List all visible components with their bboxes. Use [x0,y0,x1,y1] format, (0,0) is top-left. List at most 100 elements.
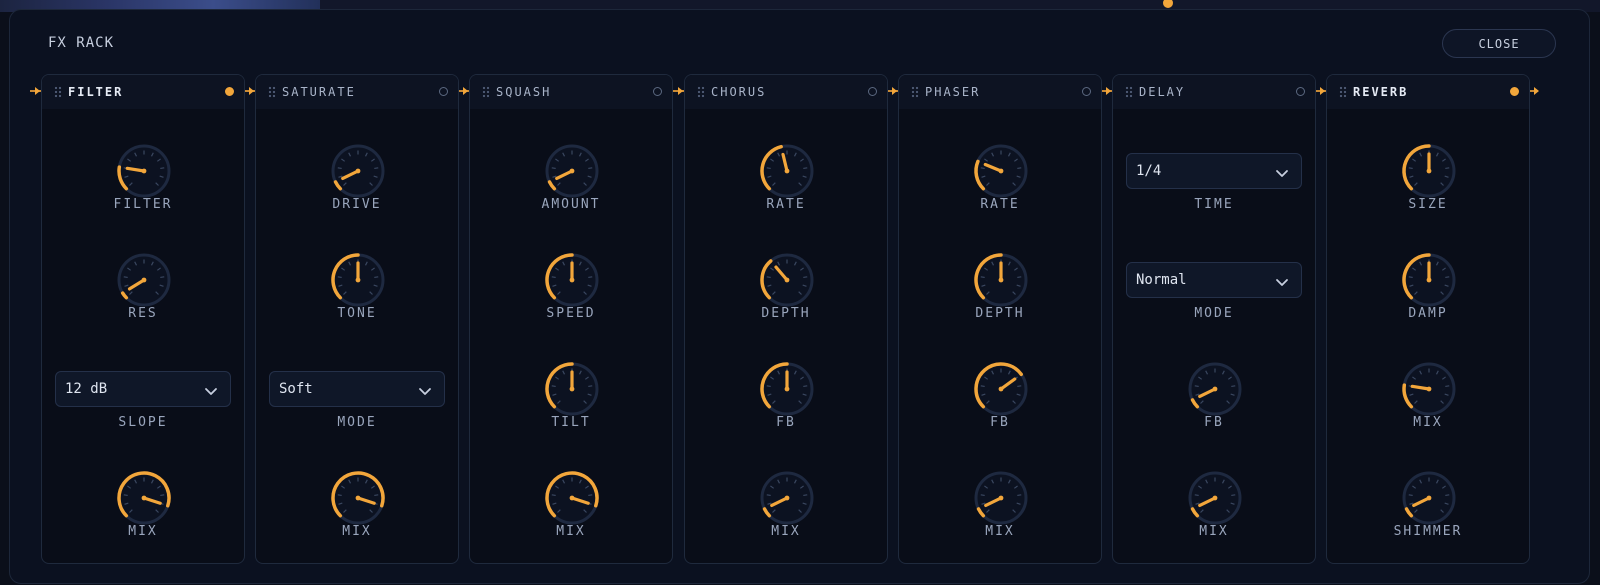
drag-handle-icon[interactable] [482,86,490,98]
module-chorus: CHORUS RATE DEPTH FB MIX [684,74,888,564]
close-button[interactable]: CLOSE [1442,29,1556,58]
select-value: Normal [1136,272,1187,288]
param-label: TIME [1194,197,1234,212]
knob-fb[interactable] [757,359,817,419]
drag-handle-icon[interactable] [1125,86,1133,98]
chevron-down-icon [204,383,218,402]
param-label: MIX [1413,415,1443,430]
power-toggle[interactable] [868,87,877,96]
knob-speed[interactable] [542,250,602,310]
knob-damp[interactable] [1399,250,1459,310]
module-name: SQUASH [496,85,552,99]
knob-fb[interactable] [1185,359,1245,419]
power-toggle[interactable] [225,87,234,96]
param-rate: RATE [685,141,887,241]
knob-drive[interactable] [328,141,388,201]
knob-rate[interactable] [971,141,1031,201]
param-label: MIX [1199,524,1229,539]
param-mix: MIX [685,468,887,563]
param-mix: MIX [1113,468,1315,563]
knob-depth[interactable] [757,250,817,310]
drag-handle-icon[interactable] [911,86,919,98]
power-toggle[interactable] [1082,87,1091,96]
knob-tone[interactable] [328,250,388,310]
param-label: MIX [128,524,158,539]
knob-mix[interactable] [1399,359,1459,419]
param-drive: DRIVE [256,141,458,241]
module-name: FILTER [68,85,124,99]
chevron-down-icon [418,383,432,402]
signal-arrow-icon [1320,87,1325,95]
param-damp: DAMP [1327,250,1529,350]
select-value: Soft [279,381,313,397]
param-depth: DEPTH [685,250,887,350]
module-name: CHORUS [711,85,767,99]
param-size: SIZE [1327,141,1529,241]
param-fb: FB [685,359,887,459]
module-saturate: SATURATE DRIVE TONE Soft MODE MIX [255,74,459,564]
param-label: MIX [556,524,586,539]
param-label: RATE [766,197,806,212]
param-amount: AMOUNT [470,141,672,241]
rack-title: FX RACK [48,35,115,51]
param-fb: FB [899,359,1101,459]
param-label: RES [128,306,158,321]
knob-mix[interactable] [114,468,174,528]
param-label: SPEED [546,306,596,321]
signal-arrow-icon [892,87,897,95]
signal-arrow-icon [678,87,683,95]
module-header: CHORUS [685,75,887,109]
drag-handle-icon[interactable] [697,86,705,98]
knob-fb[interactable] [971,359,1031,419]
module-name: REVERB [1353,85,1409,99]
param-tone: TONE [256,250,458,350]
knob-mix[interactable] [757,468,817,528]
power-toggle[interactable] [1296,87,1305,96]
select-mode[interactable]: Normal [1126,262,1302,298]
param-speed: SPEED [470,250,672,350]
param-label: FILTER [113,197,173,212]
chevron-down-icon [1275,274,1289,293]
module-header: SQUASH [470,75,672,109]
power-toggle[interactable] [653,87,662,96]
param-mix: MIX [899,468,1101,563]
knob-tilt[interactable] [542,359,602,419]
knob-filter[interactable] [114,141,174,201]
drag-handle-icon[interactable] [1339,86,1347,98]
param-time: 1/4 TIME [1113,141,1315,241]
power-toggle[interactable] [1510,87,1519,96]
signal-arrow-icon [463,87,468,95]
signal-arrow-icon [35,87,40,95]
module-squash: SQUASH AMOUNT SPEED TILT MIX [469,74,673,564]
select-value: 1/4 [1136,163,1162,179]
knob-amount[interactable] [542,141,602,201]
param-shimmer: SHIMMER [1327,468,1529,563]
select-mode[interactable]: Soft [269,371,445,407]
module-header: REVERB [1327,75,1529,109]
drag-handle-icon[interactable] [54,86,62,98]
knob-shimmer[interactable] [1399,468,1459,528]
param-label: SIZE [1408,197,1448,212]
param-label: SHIMMER [1393,524,1463,539]
knob-size[interactable] [1399,141,1459,201]
knob-mix[interactable] [971,468,1031,528]
drag-handle-icon[interactable] [268,86,276,98]
module-header: PHASER [899,75,1101,109]
select-time[interactable]: 1/4 [1126,153,1302,189]
knob-mix[interactable] [1185,468,1245,528]
knob-res[interactable] [114,250,174,310]
param-fb: FB [1113,359,1315,459]
param-label: SLOPE [118,415,168,430]
power-toggle[interactable] [439,87,448,96]
knob-mix[interactable] [542,468,602,528]
param-label: MIX [985,524,1015,539]
param-label: DEPTH [975,306,1025,321]
knob-depth[interactable] [971,250,1031,310]
knob-mix[interactable] [328,468,388,528]
param-mix: MIX [256,468,458,563]
param-mode: Normal MODE [1113,250,1315,350]
select-slope[interactable]: 12 dB [55,371,231,407]
knob-rate[interactable] [757,141,817,201]
param-depth: DEPTH [899,250,1101,350]
param-mode: Soft MODE [256,359,458,459]
